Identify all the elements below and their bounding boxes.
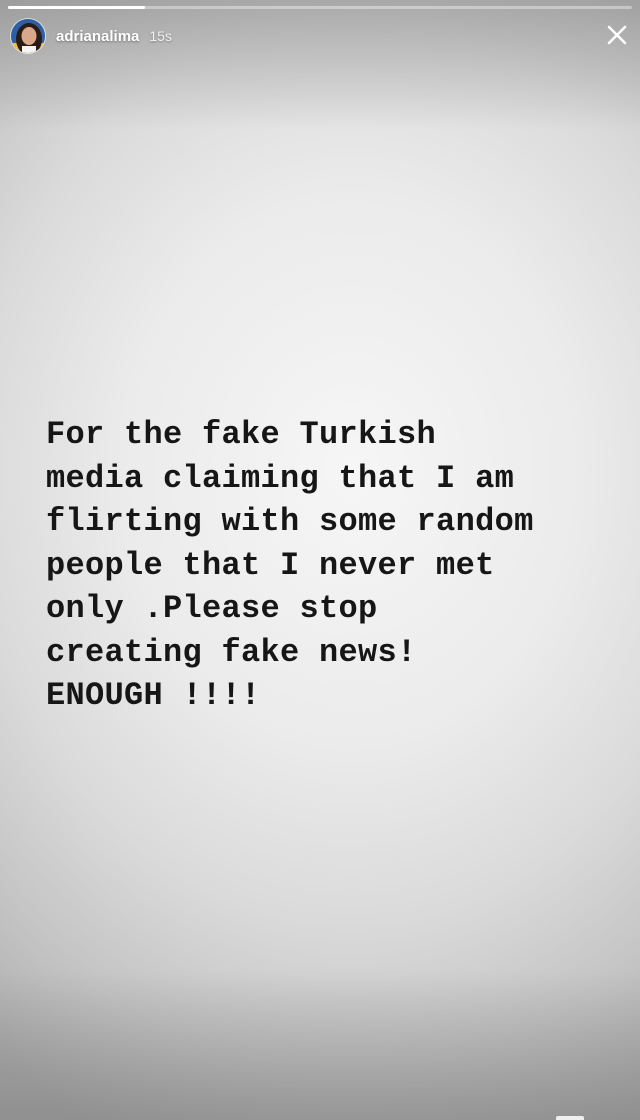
story-header: adrianalima 15s (0, 14, 640, 58)
close-button[interactable] (600, 18, 634, 52)
story-progress-fill (8, 6, 146, 9)
story-username[interactable]: adrianalima (56, 28, 139, 45)
story-viewer[interactable]: adrianalima 15s For the fake Turkish med… (0, 0, 640, 1120)
story-timestamp: 15s (149, 28, 172, 44)
avatar[interactable] (10, 18, 46, 54)
story-progress-bar (8, 6, 632, 9)
story-text: For the fake Turkish media claiming that… (46, 416, 534, 714)
reply-indicator[interactable] (556, 1116, 584, 1120)
close-icon (607, 25, 627, 45)
avatar-photo-icon (11, 19, 45, 53)
